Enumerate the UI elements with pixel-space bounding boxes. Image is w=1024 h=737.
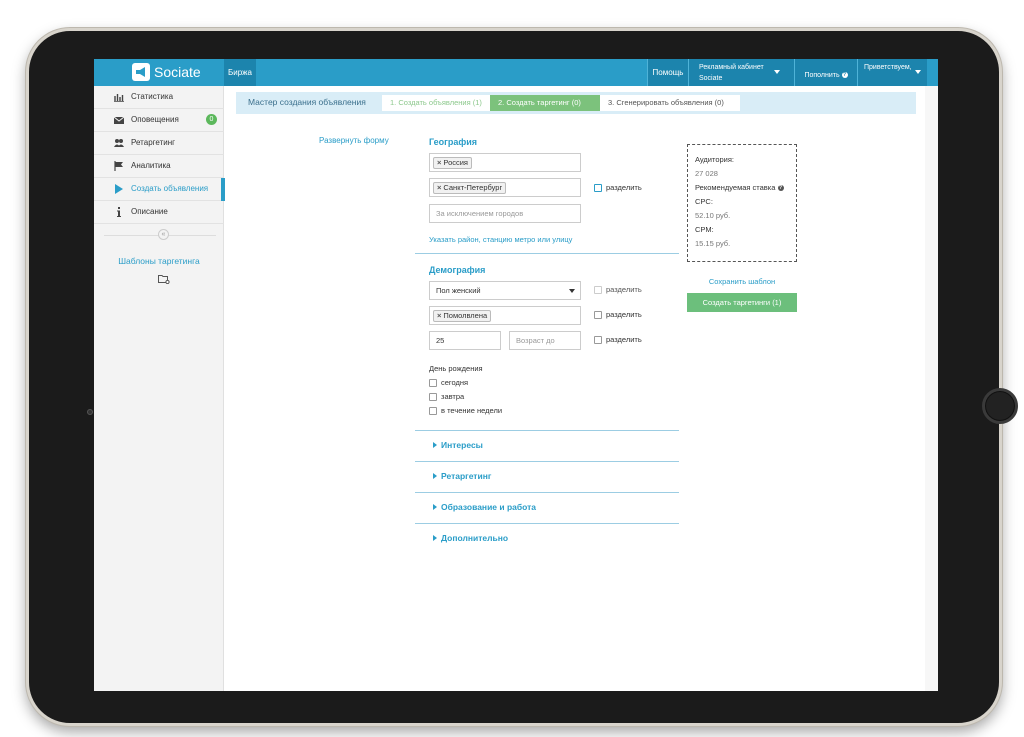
expand-form-link[interactable]: Развернуть форму [319, 136, 389, 145]
age-to-input[interactable]: Возраст до [509, 331, 581, 350]
folder-icon[interactable] [158, 274, 170, 284]
logo[interactable]: Sociate [94, 59, 224, 86]
audience-value: 27 028 [695, 169, 718, 178]
help-button[interactable]: Помощь [647, 59, 688, 86]
chevron-right-icon [433, 473, 437, 479]
sidebar-item-analytics[interactable]: Аналитика [94, 155, 224, 178]
age-split-checkbox[interactable]: разделить [594, 335, 642, 345]
brand-name: Sociate [154, 64, 201, 80]
users-icon [114, 139, 124, 147]
remove-icon[interactable]: × [437, 158, 441, 167]
audience-label: Аудитория: [695, 155, 735, 164]
chevron-right-icon [433, 535, 437, 541]
sidebar-item-retargeting[interactable]: Ретаргетинг [94, 132, 224, 155]
user-menu[interactable]: Приветствуем, [857, 59, 927, 86]
sidebar-item-create-ads[interactable]: Создать объявления [94, 178, 225, 201]
screen: Sociate Биржа Помощь Рекламный кабинет S… [94, 59, 938, 691]
info-icon [117, 207, 121, 217]
cpm-label: CPM: [695, 225, 714, 234]
birthday-title: День рождения [429, 364, 483, 373]
cabinet-value: Sociate [699, 75, 723, 82]
checkbox-icon[interactable] [594, 311, 602, 320]
megaphone-icon [132, 63, 150, 81]
create-targetings-button[interactable]: Создать таргетинги (1) [687, 293, 797, 312]
status-split-checkbox[interactable]: разделить [594, 310, 642, 320]
help-circle-icon: ? [841, 72, 848, 79]
checkbox-icon[interactable] [429, 393, 437, 402]
envelope-icon [114, 116, 124, 124]
cpm-value: 15.15 руб. [695, 239, 731, 248]
district-link[interactable]: Указать район, станцию метро или улицу [429, 235, 572, 244]
chevron-down-icon [569, 289, 575, 293]
camera-icon [87, 409, 93, 415]
sidebar-item-notifications[interactable]: Оповещения 0 [94, 109, 224, 132]
gender-select[interactable]: Пол женский [429, 281, 581, 300]
section-additional[interactable]: Дополнительно [415, 524, 679, 555]
city-input[interactable]: × Санкт-Петербург [429, 178, 581, 197]
remove-icon[interactable]: × [437, 311, 441, 320]
birthday-tomorrow-checkbox[interactable]: завтра [429, 392, 464, 402]
greeting: Приветствуем, [864, 64, 912, 71]
geo-split-checkbox[interactable]: разделить [594, 183, 642, 193]
sidebar-item-label: Ретаргетинг [131, 138, 176, 147]
checkbox-icon[interactable] [594, 336, 602, 345]
gender-split-checkbox[interactable]: разделить [594, 285, 642, 295]
top-up-label: Пополнить [804, 72, 840, 79]
age-from-input[interactable]: 25 [429, 331, 501, 350]
remove-icon[interactable]: × [437, 183, 441, 192]
checkbox-icon[interactable] [429, 379, 437, 388]
country-input[interactable]: × Россия [429, 153, 581, 172]
geography-title: География [429, 137, 478, 147]
sidebar-item-label: Аналитика [131, 161, 171, 170]
sidebar-item-label: Оповещения [131, 115, 179, 124]
cpc-value: 52.10 руб. [695, 211, 731, 220]
birthday-week-checkbox[interactable]: в течение недели [429, 406, 502, 416]
chevron-right-icon [433, 504, 437, 510]
save-template-link[interactable]: Сохранить шаблон [687, 277, 797, 286]
section-retargeting[interactable]: Ретаргетинг [415, 462, 679, 493]
collapse-sidebar-button[interactable]: « [158, 229, 169, 240]
wizard-title: Мастер создания объявления [248, 97, 366, 107]
cpc-label: CPC: [695, 197, 713, 206]
wizard-bar: Мастер создания объявления 1. Создать об… [236, 92, 916, 114]
birthday-today-checkbox[interactable]: сегодня [429, 378, 468, 388]
chevron-right-icon [433, 442, 437, 448]
chevron-down-icon [774, 70, 780, 74]
scrollbar[interactable] [925, 86, 938, 691]
demography-title: Демография [429, 265, 486, 275]
sidebar-item-description[interactable]: Описание [94, 201, 224, 224]
sidebar-item-label: Статистика [131, 92, 174, 101]
flag-icon [114, 161, 123, 171]
status-tag[interactable]: × Помолвлена [433, 310, 492, 322]
wizard-step-2[interactable]: 2. Создать таргетинг (0) [490, 95, 600, 111]
top-up-button[interactable]: Пополнить ? [794, 59, 857, 86]
notification-badge: 0 [206, 114, 217, 125]
marital-status-input[interactable]: × Помолвлена [429, 306, 581, 325]
wizard-step-1[interactable]: 1. Создать объявления (1) [382, 95, 490, 111]
wizard-step-3[interactable]: 3. Сгенерировать объявления (0) [600, 95, 740, 111]
cabinet-dropdown[interactable]: Рекламный кабинет Sociate [688, 59, 794, 86]
play-icon [115, 184, 123, 194]
home-button[interactable] [982, 388, 1018, 424]
bar-chart-icon [114, 94, 124, 102]
sidebar: Статистика Оповещения 0 Ретаргетинг Анал… [94, 86, 225, 691]
tab-birzha[interactable]: Биржа [224, 59, 256, 86]
rate-label-row: Рекомендуемая ставка ? [695, 183, 784, 192]
checkbox-icon[interactable] [429, 407, 437, 416]
section-interests[interactable]: Интересы [415, 431, 679, 462]
chevron-down-icon [915, 70, 921, 74]
sidebar-item-label: Описание [131, 207, 168, 216]
exclude-cities-input[interactable]: За исключением городов [429, 204, 581, 223]
targeting-templates-link[interactable]: Шаблоны таргетинга [94, 256, 224, 266]
checkbox-icon[interactable] [594, 184, 602, 193]
help-circle-icon[interactable]: ? [777, 185, 784, 192]
audience-panel: Аудитория: 27 028 Рекомендуемая ставка ?… [687, 144, 797, 262]
sidebar-item-label: Создать объявления [131, 184, 209, 193]
checkbox-icon[interactable] [594, 286, 602, 295]
section-education-work[interactable]: Образование и работа [415, 493, 679, 524]
country-tag[interactable]: × Россия [433, 157, 472, 169]
top-bar: Sociate Биржа Помощь Рекламный кабинет S… [94, 59, 938, 86]
sidebar-item-statistics[interactable]: Статистика [94, 86, 224, 109]
city-tag[interactable]: × Санкт-Петербург [433, 182, 507, 194]
